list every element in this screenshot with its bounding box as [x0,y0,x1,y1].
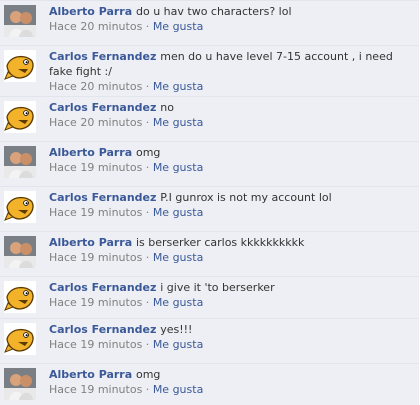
comment-meta: Hace 19 minutos · Me gusta [49,206,203,219]
comment-meta: Hace 19 minutos · Me gusta [49,161,203,174]
like-link[interactable]: Me gusta [153,251,204,264]
comment-author-link[interactable]: Carlos Fernandez [49,281,160,294]
comment-timestamp: Hace 19 minutos [49,338,143,351]
comment-item: Carlos Fernandez yes!!! Hace 19 minutos … [0,318,419,363]
comment-author-link[interactable]: Carlos Fernandez [49,50,160,63]
meta-separator: · [142,80,153,93]
cartoon-fish-icon [4,101,36,133]
comment-item: Alberto Parra is berserker carlos kkkkkk… [0,231,419,276]
comment-text: omg [135,146,161,159]
like-link[interactable]: Me gusta [153,161,204,174]
meta-separator: · [142,161,153,174]
comment-author-link[interactable]: Alberto Parra [49,236,136,249]
cartoon-fish-icon [4,191,36,223]
person-photo-icon [4,5,36,37]
comment-text: omg [135,368,161,381]
comment-text: do u hav two characters? lol [135,5,292,18]
cartoon-fish-icon [4,281,36,313]
like-link[interactable]: Me gusta [153,20,204,33]
comment-text: yes!!! [160,323,193,336]
comment-meta: Hace 19 minutos · Me gusta [49,251,203,264]
meta-separator: · [142,296,153,309]
comment-timestamp: Hace 19 minutos [49,383,143,396]
comment-timestamp: Hace 20 minutos [49,20,143,33]
comment-author-link[interactable]: Alberto Parra [49,146,136,159]
avatar-person-photo[interactable] [4,368,36,400]
comment-item: Alberto Parra omg Hace 19 minutos · Me g… [0,141,419,186]
comment-text: is berserker carlos kkkkkkkkkk [135,236,305,249]
meta-separator: · [142,251,153,264]
avatar-person-photo[interactable] [4,5,36,37]
person-photo-icon [4,368,36,400]
meta-separator: · [142,383,153,396]
like-link[interactable]: Me gusta [153,116,204,129]
comment-item: Carlos Fernandez P.I gunrox is not my ac… [0,186,419,231]
comment-author-link[interactable]: Carlos Fernandez [49,191,160,204]
comment-author-link[interactable]: Alberto Parra [49,368,136,381]
comment-meta: Hace 19 minutos · Me gusta [49,383,203,396]
comment-timestamp: Hace 19 minutos [49,296,143,309]
meta-separator: · [142,20,153,33]
comment-meta: Hace 19 minutos · Me gusta [49,338,203,351]
meta-separator: · [142,206,153,219]
comment-item: Alberto Parra omg Hace 19 minutos · Me g… [0,363,419,405]
comment-item: Carlos Fernandez men do u have level 7-1… [0,45,419,96]
avatar-cartoon-fish[interactable] [4,50,36,82]
like-link[interactable]: Me gusta [153,338,204,351]
comment-meta: Hace 20 minutos · Me gusta [49,80,203,93]
comment-timestamp: Hace 19 minutos [49,251,143,264]
comment-timestamp: Hace 20 minutos [49,116,143,129]
like-link[interactable]: Me gusta [153,296,204,309]
avatar-cartoon-fish[interactable] [4,101,36,133]
like-link[interactable]: Me gusta [153,80,204,93]
comment-meta: Hace 20 minutos · Me gusta [49,20,203,33]
comment-timestamp: Hace 19 minutos [49,206,143,219]
comment-item: Carlos Fernandez i give it 'to berserker… [0,276,419,318]
avatar-cartoon-fish[interactable] [4,191,36,223]
comment-item: Alberto Parra do u hav two characters? l… [0,0,419,45]
meta-separator: · [142,338,153,351]
like-link[interactable]: Me gusta [153,383,204,396]
avatar-cartoon-fish[interactable] [4,323,36,355]
comment-author-link[interactable]: Carlos Fernandez [49,323,160,336]
person-photo-icon [4,146,36,178]
comment-author-link[interactable]: Carlos Fernandez [49,101,160,114]
avatar-person-photo[interactable] [4,236,36,268]
comment-text: i give it 'to berserker [160,281,275,294]
comment-item: Carlos Fernandez no Hace 20 minutos · Me… [0,96,419,141]
comment-meta: Hace 19 minutos · Me gusta [49,296,203,309]
comment-feed: Alberto Parra do u hav two characters? l… [0,0,420,405]
avatar-person-photo[interactable] [4,146,36,178]
cartoon-fish-icon [4,323,36,355]
avatar-cartoon-fish[interactable] [4,281,36,313]
comment-text: P.I gunrox is not my account lol [160,191,332,204]
meta-separator: · [142,116,153,129]
comment-author-link[interactable]: Alberto Parra [49,5,136,18]
cartoon-fish-icon [4,50,36,82]
comment-timestamp: Hace 20 minutos [49,80,143,93]
comment-timestamp: Hace 19 minutos [49,161,143,174]
person-photo-icon [4,236,36,268]
comment-meta: Hace 20 minutos · Me gusta [49,116,203,129]
comment-text: no [160,101,174,114]
like-link[interactable]: Me gusta [153,206,204,219]
